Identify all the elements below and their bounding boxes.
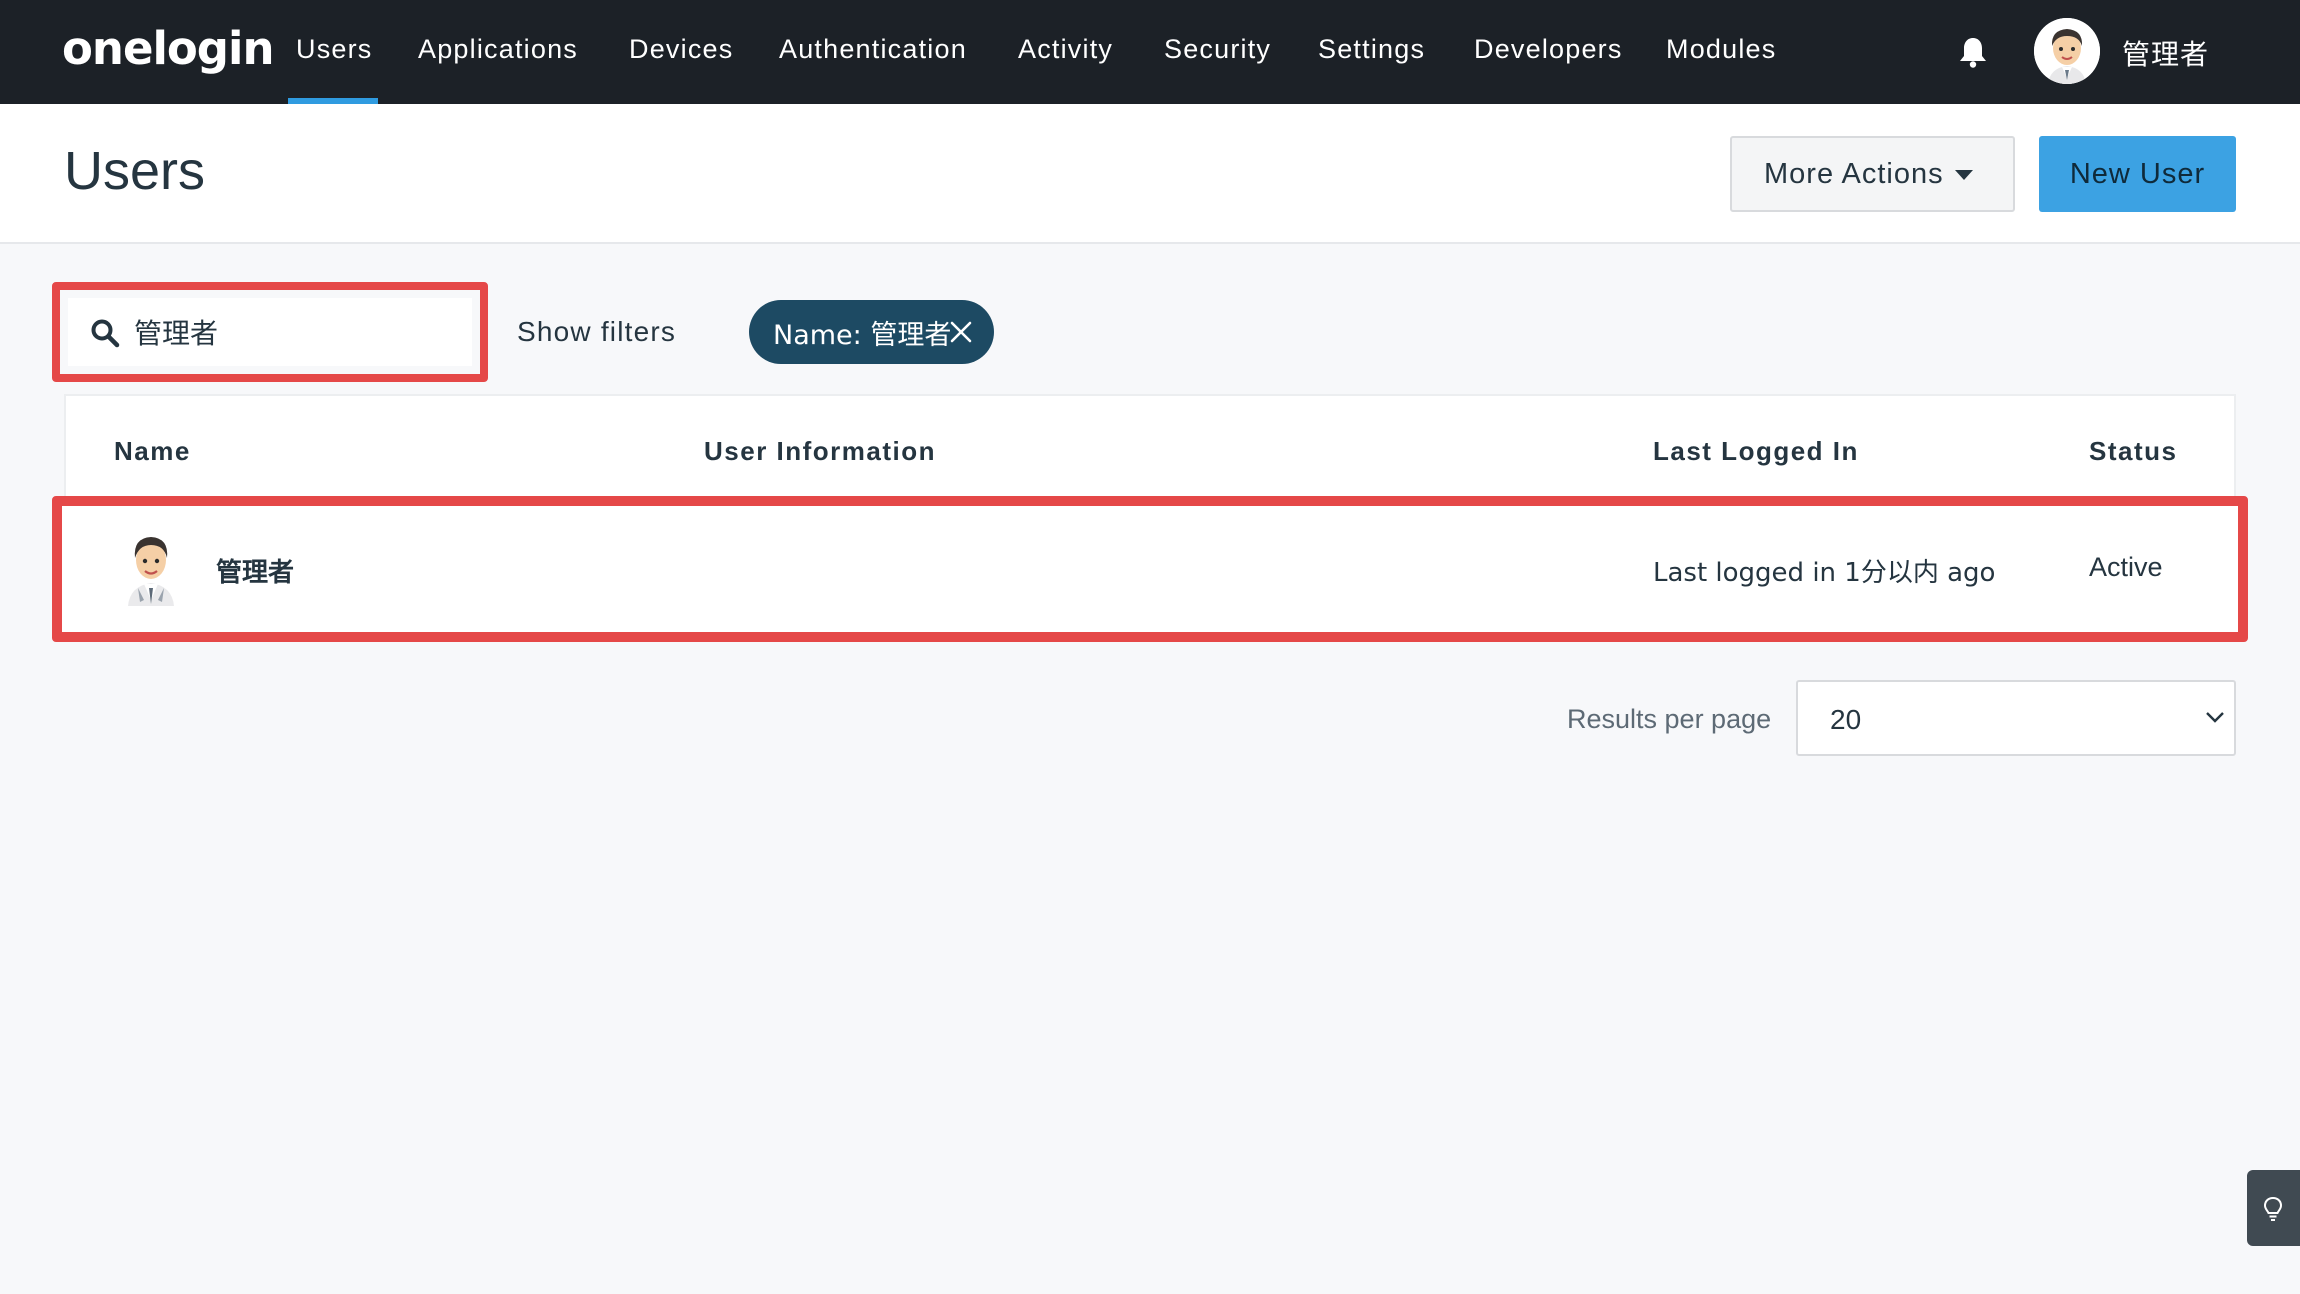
close-icon[interactable] xyxy=(949,320,973,344)
search-box[interactable] xyxy=(68,298,472,366)
page-header: Users More Actions New User xyxy=(0,104,2300,244)
user-avatar[interactable] xyxy=(2034,18,2100,84)
bell-icon[interactable] xyxy=(1958,36,1988,68)
show-filters-link[interactable]: Show filters xyxy=(517,316,676,348)
top-navigation-bar: onelogin Users Applications Devices Auth… xyxy=(0,0,2300,104)
avatar-face-icon xyxy=(2034,18,2100,84)
filter-chip-label: Name: 管理者 xyxy=(773,319,952,351)
search-icon xyxy=(91,319,120,348)
lightbulb-icon xyxy=(2263,1196,2283,1221)
current-user-name[interactable]: 管理者 xyxy=(2122,33,2209,73)
help-tab[interactable] xyxy=(2247,1170,2300,1246)
results-per-page-select[interactable]: 20 xyxy=(1796,680,2236,756)
search-input[interactable] xyxy=(134,312,454,352)
nav-item-applications[interactable]: Applications xyxy=(418,34,578,65)
caret-down-icon xyxy=(1955,170,1973,180)
results-per-page-value: 20 xyxy=(1830,704,1862,735)
nav-item-developers[interactable]: Developers xyxy=(1474,34,1623,65)
column-header-name[interactable]: Name xyxy=(114,436,191,467)
user-avatar-icon xyxy=(128,537,174,606)
nav-item-settings[interactable]: Settings xyxy=(1318,34,1425,65)
page-title: Users xyxy=(64,141,206,201)
more-actions-label: More Actions xyxy=(1764,157,1944,190)
nav-item-activity[interactable]: Activity xyxy=(1018,34,1113,65)
more-actions-button[interactable]: More Actions xyxy=(1730,136,2015,212)
new-user-label: New User xyxy=(2069,157,2206,190)
onelogin-logo[interactable]: onelogin xyxy=(62,22,274,75)
results-per-page-label: Results per page xyxy=(1567,704,1772,734)
row-user-name[interactable]: 管理者 xyxy=(216,552,294,589)
column-header-last-logged-in[interactable]: Last Logged In xyxy=(1653,436,1859,467)
filter-chip-name[interactable]: Name: 管理者 xyxy=(749,300,994,364)
column-header-status[interactable]: Status xyxy=(2089,436,2177,467)
nav-item-users[interactable]: Users xyxy=(296,34,373,65)
nav-item-modules[interactable]: Modules xyxy=(1666,34,1776,65)
column-header-user-information[interactable]: User Information xyxy=(704,436,936,467)
nav-item-authentication[interactable]: Authentication xyxy=(779,34,967,65)
nav-item-security[interactable]: Security xyxy=(1164,34,1271,65)
row-status: Active xyxy=(2089,552,2163,582)
new-user-button[interactable]: New User xyxy=(2039,136,2236,212)
chevron-down-icon xyxy=(2206,712,2224,723)
row-last-logged-in: Last logged in 1分以内 ago xyxy=(1653,558,1996,588)
nav-item-devices[interactable]: Devices xyxy=(629,34,733,65)
